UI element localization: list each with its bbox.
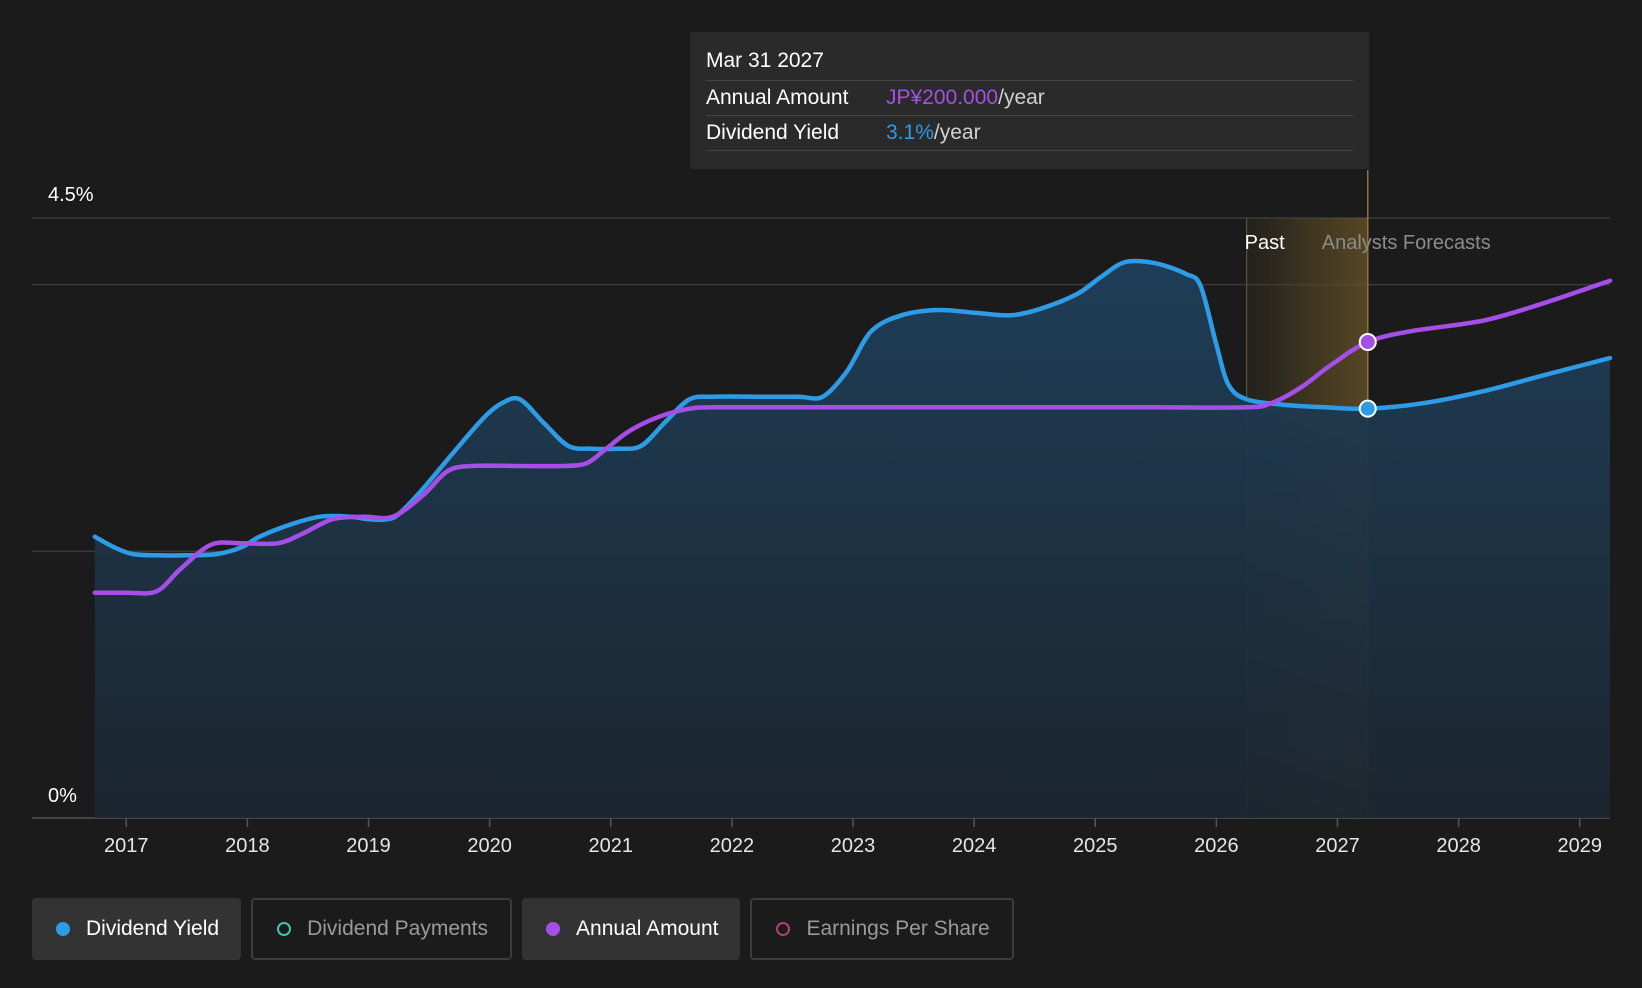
x-tick-label: 2019 bbox=[346, 835, 391, 857]
x-tick-label: 2022 bbox=[710, 835, 755, 857]
forecast-label: Analysts Forecasts bbox=[1322, 232, 1491, 254]
legend-label: Annual Amount bbox=[576, 917, 719, 940]
tooltip-label: Annual Amount bbox=[706, 86, 849, 109]
series-areas bbox=[94, 260, 1610, 818]
x-tick-label: 2018 bbox=[225, 835, 270, 857]
legend-annual-amount[interactable]: Annual Amount bbox=[522, 898, 741, 960]
dividend-yield-area bbox=[94, 260, 1610, 818]
x-tick-label: 2017 bbox=[104, 835, 149, 857]
tooltip-unit: /year bbox=[933, 121, 981, 144]
x-tick-label: 2025 bbox=[1073, 835, 1118, 857]
tooltip-value: 3.1% bbox=[886, 121, 934, 144]
x-tick-label: 2029 bbox=[1557, 835, 1602, 857]
y-tick-label: 4.5% bbox=[48, 184, 94, 206]
x-tick-label: 2024 bbox=[952, 835, 997, 857]
tooltip-label: Dividend Yield bbox=[706, 121, 840, 144]
tooltip-value: JP¥200.000 bbox=[886, 86, 999, 109]
x-tick-label: 2027 bbox=[1315, 835, 1360, 857]
legend: Dividend Yield Dividend Payments Annual … bbox=[32, 898, 1014, 960]
tooltip: Mar 31 2027 Annual Amount JP¥200.000/yea… bbox=[690, 32, 1369, 169]
annual-amount-point bbox=[1358, 333, 1377, 351]
tooltip-unit: /year bbox=[998, 86, 1045, 109]
dividend-yield-point bbox=[1358, 399, 1377, 418]
legend-dot-icon bbox=[776, 922, 791, 936]
x-tick-label: 2020 bbox=[467, 835, 512, 857]
legend-dividend-yield[interactable]: Dividend Yield bbox=[32, 898, 242, 960]
legend-earnings-per-share[interactable]: Earnings Per Share bbox=[750, 898, 1014, 960]
legend-label: Earnings Per Share bbox=[806, 917, 990, 940]
tooltip-row-annual-amount: Annual Amount JP¥200.000/year bbox=[706, 81, 1353, 116]
legend-dot-icon bbox=[277, 922, 292, 936]
x-tick-label: 2026 bbox=[1194, 835, 1239, 857]
legend-dot-icon bbox=[546, 922, 561, 936]
legend-dot-icon bbox=[56, 922, 70, 936]
tooltip-date: Mar 31 2027 bbox=[706, 46, 1353, 81]
legend-dividend-payments[interactable]: Dividend Payments bbox=[251, 898, 513, 960]
legend-label: Dividend Yield bbox=[86, 917, 220, 940]
x-tick-label: 2028 bbox=[1436, 835, 1481, 857]
x-tick-label: 2021 bbox=[589, 835, 634, 857]
y-axis: 4.5% 0% bbox=[48, 184, 94, 807]
past-label: Past bbox=[1245, 232, 1285, 254]
y-tick-label: 0% bbox=[48, 785, 77, 807]
legend-label: Dividend Payments bbox=[307, 917, 489, 940]
x-axis: 2017 2018 2019 2020 2021 2022 2023 2024 2025 2026… bbox=[104, 818, 1602, 857]
tooltip-row-dividend-yield: Dividend Yield 3.1%/year bbox=[706, 116, 1353, 151]
x-tick-label: 2023 bbox=[831, 835, 876, 857]
